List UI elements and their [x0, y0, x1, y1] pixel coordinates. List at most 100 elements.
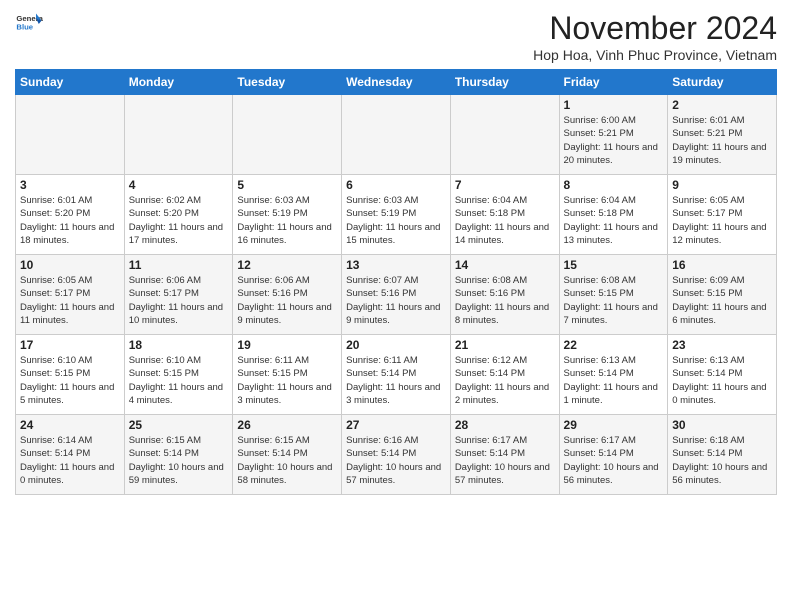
calendar-cell: 18Sunrise: 6:10 AM Sunset: 5:15 PM Dayli…	[124, 335, 233, 415]
day-info: Sunrise: 6:02 AM Sunset: 5:20 PM Dayligh…	[129, 194, 229, 247]
day-info: Sunrise: 6:03 AM Sunset: 5:19 PM Dayligh…	[346, 194, 446, 247]
logo: General Blue	[15, 10, 43, 38]
day-number: 30	[672, 418, 772, 432]
day-info: Sunrise: 6:04 AM Sunset: 5:18 PM Dayligh…	[564, 194, 664, 247]
calendar-cell: 4Sunrise: 6:02 AM Sunset: 5:20 PM Daylig…	[124, 175, 233, 255]
location: Hop Hoa, Vinh Phuc Province, Vietnam	[533, 47, 777, 63]
day-number: 1	[564, 98, 664, 112]
svg-text:Blue: Blue	[16, 23, 33, 32]
calendar-cell: 1 Sunrise: 6:00 AM Sunset: 5:21 PM Daylig…	[559, 95, 668, 175]
calendar-week-1: 3 Sunrise: 6:01 AM Sunset: 5:20 PM Daylig…	[16, 175, 777, 255]
header-row: SundayMondayTuesdayWednesdayThursdayFrid…	[16, 70, 777, 95]
header-day-wednesday: Wednesday	[342, 70, 451, 95]
day-number: 17	[20, 338, 120, 352]
day-info: Sunrise: 6:13 AM Sunset: 5:14 PM Dayligh…	[564, 354, 664, 407]
day-number: 23	[672, 338, 772, 352]
calendar-cell: 25Sunrise: 6:15 AM Sunset: 5:14 PM Dayli…	[124, 415, 233, 495]
day-info: Sunrise: 6:06 AM Sunset: 5:17 PM Dayligh…	[129, 274, 229, 327]
day-number: 5	[237, 178, 337, 192]
calendar-cell: 7Sunrise: 6:04 AM Sunset: 5:18 PM Daylig…	[450, 175, 559, 255]
calendar-cell: 11 Sunrise: 6:06 AM Sunset: 5:17 PM Dayli…	[124, 255, 233, 335]
day-info: Sunrise: 6:10 AM Sunset: 5:15 PM Dayligh…	[20, 354, 120, 407]
calendar-cell: 26 Sunrise: 6:15 AM Sunset: 5:14 PM Dayli…	[233, 415, 342, 495]
day-number: 2	[672, 98, 772, 112]
day-info: Sunrise: 6:11 AM Sunset: 5:14 PM Dayligh…	[346, 354, 446, 407]
day-number: 28	[455, 418, 555, 432]
calendar-cell: 30 Sunrise: 6:18 AM Sunset: 5:14 PM Dayli…	[668, 415, 777, 495]
day-number: 27	[346, 418, 446, 432]
calendar-cell: 28Sunrise: 6:17 AM Sunset: 5:14 PM Dayli…	[450, 415, 559, 495]
calendar-cell: 19 Sunrise: 6:11 AM Sunset: 5:15 PM Dayli…	[233, 335, 342, 415]
calendar-cell: 3 Sunrise: 6:01 AM Sunset: 5:20 PM Daylig…	[16, 175, 125, 255]
day-info: Sunrise: 6:01 AM Sunset: 5:20 PM Dayligh…	[20, 194, 120, 247]
day-number: 21	[455, 338, 555, 352]
day-number: 22	[564, 338, 664, 352]
day-number: 10	[20, 258, 120, 272]
calendar-cell: 10 Sunrise: 6:05 AM Sunset: 5:17 PM Dayli…	[16, 255, 125, 335]
logo-icon: General Blue	[15, 10, 43, 38]
day-number: 11	[129, 258, 229, 272]
calendar-cell	[450, 95, 559, 175]
month-title: November 2024	[533, 10, 777, 47]
day-number: 24	[20, 418, 120, 432]
calendar-cell	[16, 95, 125, 175]
day-info: Sunrise: 6:06 AM Sunset: 5:16 PM Dayligh…	[237, 274, 337, 327]
day-number: 12	[237, 258, 337, 272]
calendar-header: SundayMondayTuesdayWednesdayThursdayFrid…	[16, 70, 777, 95]
day-info: Sunrise: 6:04 AM Sunset: 5:18 PM Dayligh…	[455, 194, 555, 247]
calendar-cell: 21 Sunrise: 6:12 AM Sunset: 5:14 PM Dayli…	[450, 335, 559, 415]
day-number: 16	[672, 258, 772, 272]
calendar-cell: 20 Sunrise: 6:11 AM Sunset: 5:14 PM Dayli…	[342, 335, 451, 415]
day-info: Sunrise: 6:14 AM Sunset: 5:14 PM Dayligh…	[20, 434, 120, 487]
header-day-thursday: Thursday	[450, 70, 559, 95]
day-info: Sunrise: 6:17 AM Sunset: 5:14 PM Dayligh…	[564, 434, 664, 487]
calendar-cell: 15 Sunrise: 6:08 AM Sunset: 5:15 PM Dayli…	[559, 255, 668, 335]
day-info: Sunrise: 6:09 AM Sunset: 5:15 PM Dayligh…	[672, 274, 772, 327]
day-number: 14	[455, 258, 555, 272]
day-info: Sunrise: 6:01 AM Sunset: 5:21 PM Dayligh…	[672, 114, 772, 167]
calendar-cell: 2 Sunrise: 6:01 AM Sunset: 5:21 PM Daylig…	[668, 95, 777, 175]
day-number: 15	[564, 258, 664, 272]
day-info: Sunrise: 6:16 AM Sunset: 5:14 PM Dayligh…	[346, 434, 446, 487]
header-day-friday: Friday	[559, 70, 668, 95]
day-info: Sunrise: 6:08 AM Sunset: 5:15 PM Dayligh…	[564, 274, 664, 327]
calendar-cell: 8Sunrise: 6:04 AM Sunset: 5:18 PM Daylig…	[559, 175, 668, 255]
calendar-cell: 17 Sunrise: 6:10 AM Sunset: 5:15 PM Dayli…	[16, 335, 125, 415]
calendar-cell: 27 Sunrise: 6:16 AM Sunset: 5:14 PM Dayli…	[342, 415, 451, 495]
day-info: Sunrise: 6:15 AM Sunset: 5:14 PM Dayligh…	[237, 434, 337, 487]
calendar-cell: 5Sunrise: 6:03 AM Sunset: 5:19 PM Daylig…	[233, 175, 342, 255]
day-number: 18	[129, 338, 229, 352]
day-info: Sunrise: 6:08 AM Sunset: 5:16 PM Dayligh…	[455, 274, 555, 327]
day-info: Sunrise: 6:00 AM Sunset: 5:21 PM Dayligh…	[564, 114, 664, 167]
day-number: 3	[20, 178, 120, 192]
calendar-week-4: 24 Sunrise: 6:14 AM Sunset: 5:14 PM Dayli…	[16, 415, 777, 495]
day-info: Sunrise: 6:18 AM Sunset: 5:14 PM Dayligh…	[672, 434, 772, 487]
day-number: 29	[564, 418, 664, 432]
calendar-cell	[124, 95, 233, 175]
calendar-week-2: 10 Sunrise: 6:05 AM Sunset: 5:17 PM Dayli…	[16, 255, 777, 335]
calendar-cell: 12 Sunrise: 6:06 AM Sunset: 5:16 PM Dayli…	[233, 255, 342, 335]
day-info: Sunrise: 6:11 AM Sunset: 5:15 PM Dayligh…	[237, 354, 337, 407]
title-area: November 2024 Hop Hoa, Vinh Phuc Provinc…	[533, 10, 777, 63]
day-info: Sunrise: 6:07 AM Sunset: 5:16 PM Dayligh…	[346, 274, 446, 327]
day-info: Sunrise: 6:12 AM Sunset: 5:14 PM Dayligh…	[455, 354, 555, 407]
day-number: 26	[237, 418, 337, 432]
page-header: General Blue November 2024 Hop Hoa, Vinh…	[15, 10, 777, 63]
day-number: 19	[237, 338, 337, 352]
calendar-cell: 6Sunrise: 6:03 AM Sunset: 5:19 PM Daylig…	[342, 175, 451, 255]
calendar-cell: 29 Sunrise: 6:17 AM Sunset: 5:14 PM Dayli…	[559, 415, 668, 495]
calendar-cell	[233, 95, 342, 175]
calendar-cell: 9 Sunrise: 6:05 AM Sunset: 5:17 PM Daylig…	[668, 175, 777, 255]
day-number: 20	[346, 338, 446, 352]
day-number: 13	[346, 258, 446, 272]
header-day-tuesday: Tuesday	[233, 70, 342, 95]
day-number: 9	[672, 178, 772, 192]
day-info: Sunrise: 6:05 AM Sunset: 5:17 PM Dayligh…	[20, 274, 120, 327]
day-info: Sunrise: 6:05 AM Sunset: 5:17 PM Dayligh…	[672, 194, 772, 247]
calendar-cell: 13 Sunrise: 6:07 AM Sunset: 5:16 PM Dayli…	[342, 255, 451, 335]
calendar-cell	[342, 95, 451, 175]
calendar-week-0: 1 Sunrise: 6:00 AM Sunset: 5:21 PM Daylig…	[16, 95, 777, 175]
calendar-cell: 16 Sunrise: 6:09 AM Sunset: 5:15 PM Dayli…	[668, 255, 777, 335]
calendar-cell: 22 Sunrise: 6:13 AM Sunset: 5:14 PM Dayli…	[559, 335, 668, 415]
calendar-cell: 14 Sunrise: 6:08 AM Sunset: 5:16 PM Dayli…	[450, 255, 559, 335]
